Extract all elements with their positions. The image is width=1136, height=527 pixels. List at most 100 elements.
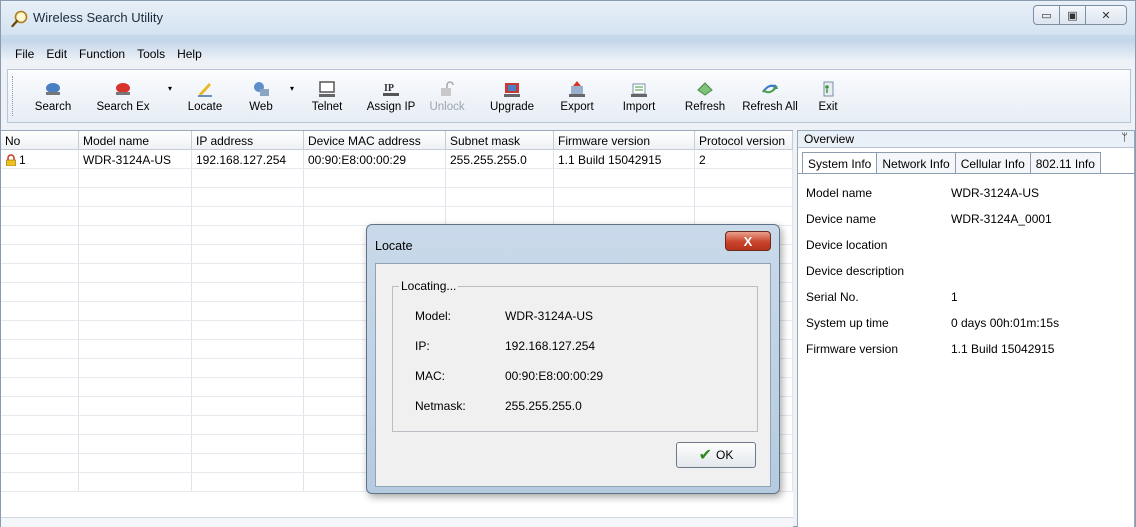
column-header-protocol-version[interactable]: Protocol version bbox=[695, 131, 793, 149]
field-key: Model: bbox=[415, 309, 452, 323]
window-title: Wireless Search Utility bbox=[33, 10, 164, 25]
menu-function[interactable]: Function bbox=[79, 47, 125, 67]
exit-label: Exit bbox=[818, 100, 838, 113]
locate-icon bbox=[198, 82, 213, 97]
pin-icon[interactable]: ᛘ bbox=[1121, 132, 1128, 144]
column-header-no[interactable]: No bbox=[1, 131, 79, 149]
import-icon bbox=[631, 83, 648, 97]
locate-button[interactable]: Locate bbox=[172, 71, 238, 121]
menu-edit[interactable]: Edit bbox=[46, 47, 67, 67]
web-label: Web bbox=[249, 100, 273, 113]
search-button[interactable]: Search bbox=[22, 71, 84, 121]
dialog-close-button[interactable]: X bbox=[725, 231, 771, 251]
locating-group-label: Locating... bbox=[399, 279, 459, 293]
table-row[interactable]: 1 WDR-3124A-US 192.168.127.254 00:90:E8:… bbox=[1, 150, 793, 169]
column-header-mac-address[interactable]: Device MAC address bbox=[304, 131, 446, 149]
unlock-button[interactable]: Unlock bbox=[422, 71, 472, 121]
checkmark-icon: ✔ bbox=[698, 447, 713, 464]
minimize-button[interactable]: ▭ bbox=[1033, 5, 1059, 25]
empty-cell bbox=[79, 245, 192, 263]
overview-panel: Overview ᛘ System Info Network Info Cell… bbox=[797, 130, 1135, 527]
ok-button[interactable]: ✔ OK bbox=[676, 442, 756, 468]
tab-cellular-info[interactable]: Cellular Info bbox=[954, 152, 1031, 173]
empty-cell bbox=[1, 302, 79, 320]
info-row-firmware-version: Firmware version 1.1 Build 15042915 bbox=[806, 336, 1134, 362]
empty-cell bbox=[192, 340, 304, 358]
empty-cell bbox=[1, 169, 79, 187]
export-button[interactable]: Export bbox=[552, 71, 602, 121]
empty-cell bbox=[192, 321, 304, 339]
column-header-firmware-version[interactable]: Firmware version bbox=[554, 131, 695, 149]
empty-cell bbox=[695, 169, 793, 187]
import-label: Import bbox=[622, 100, 656, 113]
close-button[interactable]: ✕ bbox=[1085, 5, 1127, 25]
export-label: Export bbox=[560, 100, 594, 113]
toolbar: Search Search Ex ▾ Locate Web ▾ Telnet I… bbox=[7, 69, 1131, 123]
refresh-all-button[interactable]: Refresh All bbox=[734, 71, 806, 121]
dialog-body: Locating... Model: WDR-3124A-US IP: 192.16… bbox=[375, 263, 771, 487]
telnet-icon bbox=[319, 80, 336, 97]
lock-icon bbox=[6, 154, 16, 166]
overview-title: Overview bbox=[804, 132, 855, 146]
menu-file[interactable]: File bbox=[15, 47, 34, 67]
menu-bar: File Edit Function Tools Help bbox=[7, 47, 202, 67]
empty-cell bbox=[446, 169, 554, 187]
search-ex-button[interactable]: Search Ex bbox=[84, 71, 162, 121]
upgrade-button[interactable]: Upgrade bbox=[472, 71, 552, 121]
menu-help[interactable]: Help bbox=[177, 47, 202, 67]
tab-network-info[interactable]: Network Info bbox=[876, 152, 956, 173]
refresh-all-icon bbox=[762, 83, 779, 93]
empty-cell bbox=[79, 378, 192, 396]
web-button[interactable]: Web bbox=[238, 71, 284, 121]
import-button[interactable]: Import bbox=[602, 71, 676, 121]
empty-cell bbox=[554, 188, 695, 206]
empty-cell bbox=[1, 435, 79, 453]
search-icon bbox=[46, 82, 60, 95]
info-row-device-location: Device location bbox=[806, 232, 1134, 258]
info-key: Serial No. bbox=[806, 290, 859, 304]
cell-firmware-version: 1.1 Build 15042915 bbox=[554, 150, 695, 168]
menu-tools[interactable]: Tools bbox=[137, 47, 165, 67]
info-key: Device location bbox=[806, 238, 888, 252]
info-value: 1.1 Build 15042915 bbox=[951, 342, 1055, 356]
assign-ip-button[interactable]: IP Assign IP bbox=[360, 71, 422, 121]
cell-model-name: WDR-3124A-US bbox=[79, 150, 192, 168]
empty-cell bbox=[1, 416, 79, 434]
toolbar-grip[interactable] bbox=[12, 76, 16, 116]
empty-cell bbox=[304, 188, 446, 206]
maximize-button[interactable]: ▣ bbox=[1059, 5, 1085, 25]
field-value: 255.255.255.0 bbox=[505, 399, 582, 413]
column-header-subnet-mask[interactable]: Subnet mask bbox=[446, 131, 554, 149]
column-header-ip-address[interactable]: IP address bbox=[192, 131, 304, 149]
empty-cell bbox=[304, 207, 446, 225]
info-key: Device name bbox=[806, 212, 877, 226]
empty-cell bbox=[192, 435, 304, 453]
overview-title-bar: Overview ᛘ bbox=[798, 131, 1134, 148]
empty-cell bbox=[1, 226, 79, 244]
empty-cell bbox=[192, 264, 304, 282]
title-bar: Wireless Search Utility ▭ ▣ ✕ bbox=[1, 1, 1135, 35]
empty-cell bbox=[79, 302, 192, 320]
exit-button[interactable]: Exit bbox=[806, 71, 850, 121]
search-label: Search bbox=[34, 100, 72, 113]
system-info-list: Model name WDR-3124A-US Device name WDR-31… bbox=[798, 174, 1134, 362]
export-icon bbox=[569, 80, 586, 97]
empty-cell bbox=[79, 397, 192, 415]
telnet-button[interactable]: Telnet bbox=[294, 71, 360, 121]
column-header-model-name[interactable]: Model name bbox=[79, 131, 192, 149]
search-ex-label: Search Ex bbox=[96, 100, 150, 113]
info-value: WDR-3124A-US bbox=[951, 186, 1040, 200]
refresh-button[interactable]: Refresh bbox=[676, 71, 734, 121]
empty-cell bbox=[79, 321, 192, 339]
info-key: Device description bbox=[806, 264, 905, 278]
empty-cell bbox=[1, 207, 79, 225]
field-key: IP: bbox=[415, 339, 430, 353]
main-window: Wireless Search Utility ▭ ▣ ✕ File Edit … bbox=[0, 0, 1136, 527]
web-icon bbox=[254, 81, 270, 96]
tab-80211-info[interactable]: 802.11 Info bbox=[1029, 152, 1101, 173]
horizontal-scrollbar[interactable] bbox=[1, 517, 793, 527]
empty-cell bbox=[554, 169, 695, 187]
upgrade-label: Upgrade bbox=[489, 100, 535, 113]
tab-system-info[interactable]: System Info bbox=[802, 152, 878, 173]
assign-ip-label: Assign IP bbox=[366, 100, 416, 113]
